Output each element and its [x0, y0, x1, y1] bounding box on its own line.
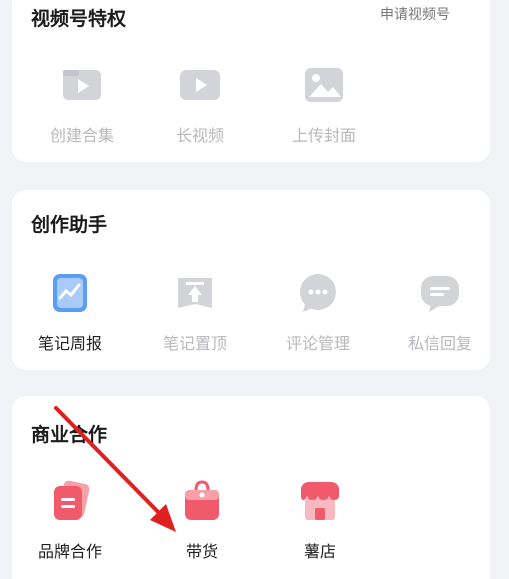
comment-icon — [295, 270, 341, 316]
item-label: 薯店 — [303, 542, 336, 561]
store-icon — [297, 478, 343, 524]
apply-video-account-link[interactable]: 申请视频号 — [380, 4, 450, 24]
item-label: 长视频 — [175, 126, 224, 145]
card-title: 视频号特权 — [31, 8, 127, 30]
item-label: 上传封面 — [291, 126, 356, 145]
creator-assistant-card: 创作助手 笔记周报 笔记置顶 评论管理 私信回复 — [12, 190, 490, 370]
item-label: 带货 — [185, 542, 218, 561]
live-selling-item[interactable]: 带货 — [152, 478, 252, 562]
video-play-icon — [177, 62, 223, 108]
comment-management-item[interactable]: 评论管理 — [268, 270, 368, 354]
report-chart-icon — [47, 270, 93, 316]
business-cooperation-card: 商业合作 品牌合作 带货 薯店 — [12, 396, 490, 579]
long-video-item[interactable]: 长视频 — [150, 62, 250, 146]
create-collection-item[interactable]: 创建合集 — [32, 62, 132, 146]
item-label: 私信回复 — [407, 334, 472, 353]
notes-weekly-report-item[interactable]: 笔记周报 — [20, 270, 120, 354]
brand-cooperation-icon — [47, 478, 93, 524]
item-label: 评论管理 — [285, 334, 350, 353]
item-label: 笔记周报 — [37, 334, 102, 353]
notes-pin-top-item[interactable]: 笔记置顶 — [145, 270, 245, 354]
shu-store-item[interactable]: 薯店 — [270, 478, 370, 562]
pin-top-icon — [172, 270, 218, 316]
upload-cover-item[interactable]: 上传封面 — [274, 62, 374, 146]
folder-play-icon — [59, 62, 105, 108]
brand-cooperation-item[interactable]: 品牌合作 — [20, 478, 120, 562]
card-title: 创作助手 — [31, 214, 108, 236]
item-label: 品牌合作 — [37, 542, 102, 561]
item-label: 笔记置顶 — [162, 334, 227, 353]
shopping-bag-icon — [179, 478, 225, 524]
card-title: 商业合作 — [31, 424, 108, 446]
video-account-privileges-card: 视频号特权 申请视频号 创建合集 长视频 上传封面 — [12, 0, 490, 162]
private-message-reply-item[interactable]: 私信回复 — [390, 270, 490, 354]
image-icon — [301, 62, 347, 108]
message-icon — [417, 270, 463, 316]
item-label: 创建合集 — [49, 126, 114, 145]
